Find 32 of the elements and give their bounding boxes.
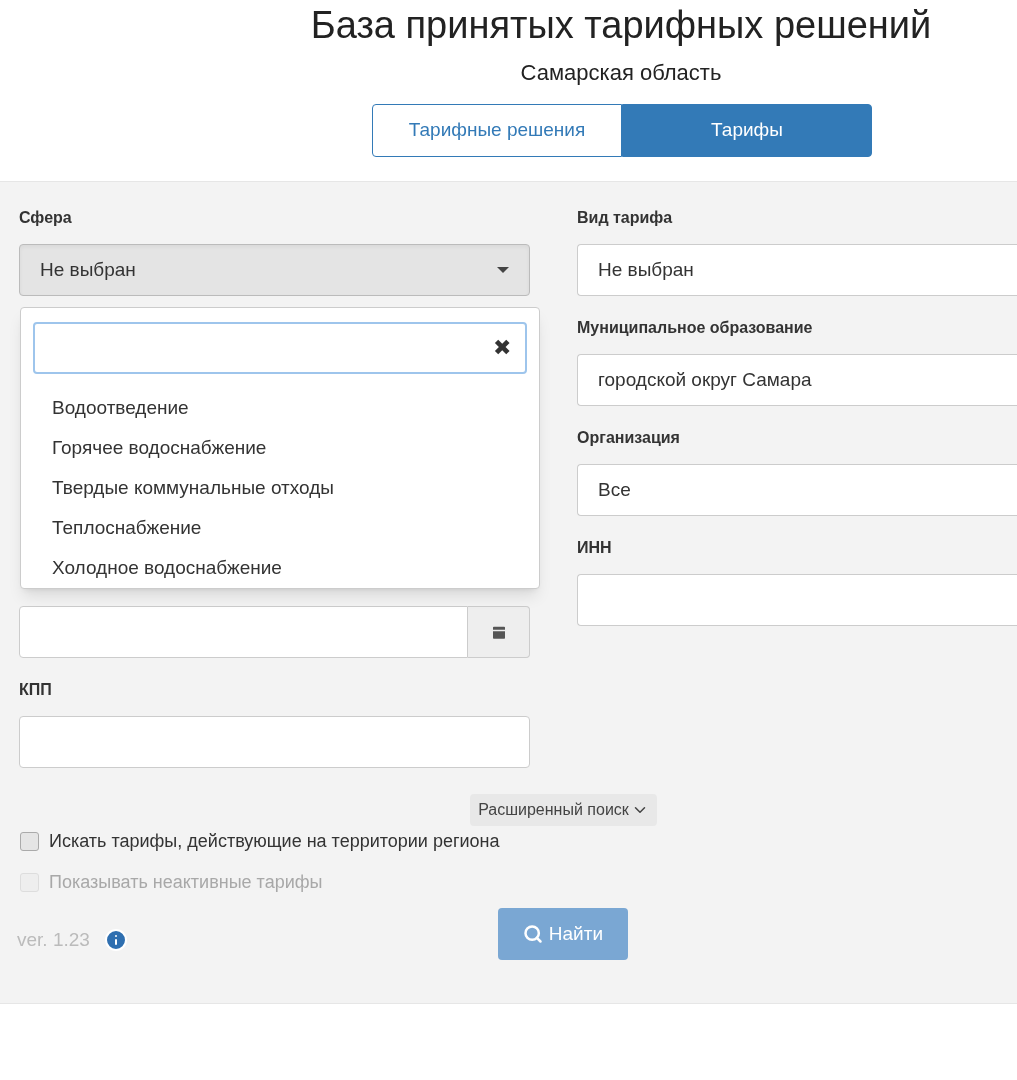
calendar-button[interactable]: [468, 606, 530, 658]
dropdown-option[interactable]: Твердые коммунальные отходы: [21, 468, 539, 508]
select-field[interactable]: Не выбран: [19, 244, 530, 296]
text-field[interactable]: [19, 716, 530, 768]
tab[interactable]: Тарифы: [622, 104, 872, 157]
region-subtitle: Самарская область: [520, 59, 722, 87]
field-label: КПП: [19, 680, 53, 700]
page-title: База принятых тарифных решений: [310, 3, 932, 48]
search-icon: [522, 924, 543, 944]
dropdown-option[interactable]: Горячее водоснабжение: [21, 428, 539, 468]
text-field[interactable]: [577, 574, 1017, 626]
tab[interactable]: Тарифные решения: [372, 104, 622, 157]
info-icon[interactable]: [103, 927, 128, 952]
advanced-search-toggle[interactable]: Расширенный поиск: [470, 794, 657, 826]
checkbox[interactable]: [20, 832, 39, 851]
dropdown-option[interactable]: Теплоснабжение: [21, 508, 539, 548]
checkbox-label: Показывать неактивные тарифы: [49, 871, 323, 894]
dropdown-option[interactable]: Водоотведение: [21, 388, 539, 428]
field-label: Муниципальное образование: [577, 318, 814, 338]
date-field[interactable]: [19, 606, 468, 658]
field-label: Организация: [577, 428, 681, 448]
clear-button[interactable]: ✖: [493, 337, 511, 359]
text-field[interactable]: Не выбран: [577, 244, 1017, 296]
checkbox-label: Искать тарифы, действующие на территории региона: [49, 830, 500, 853]
text-field[interactable]: городской округ Самара: [577, 354, 1017, 406]
caret-icon: [497, 267, 509, 273]
text-field[interactable]: Все: [577, 464, 1017, 516]
field-label: Вид тарифа: [577, 208, 674, 228]
version-text: ver. 1.23: [17, 927, 90, 952]
field-label: Сфера: [19, 208, 73, 228]
field-label: ИНН: [577, 538, 613, 558]
dropdown-option[interactable]: Холодное водоснабжение: [21, 548, 539, 588]
